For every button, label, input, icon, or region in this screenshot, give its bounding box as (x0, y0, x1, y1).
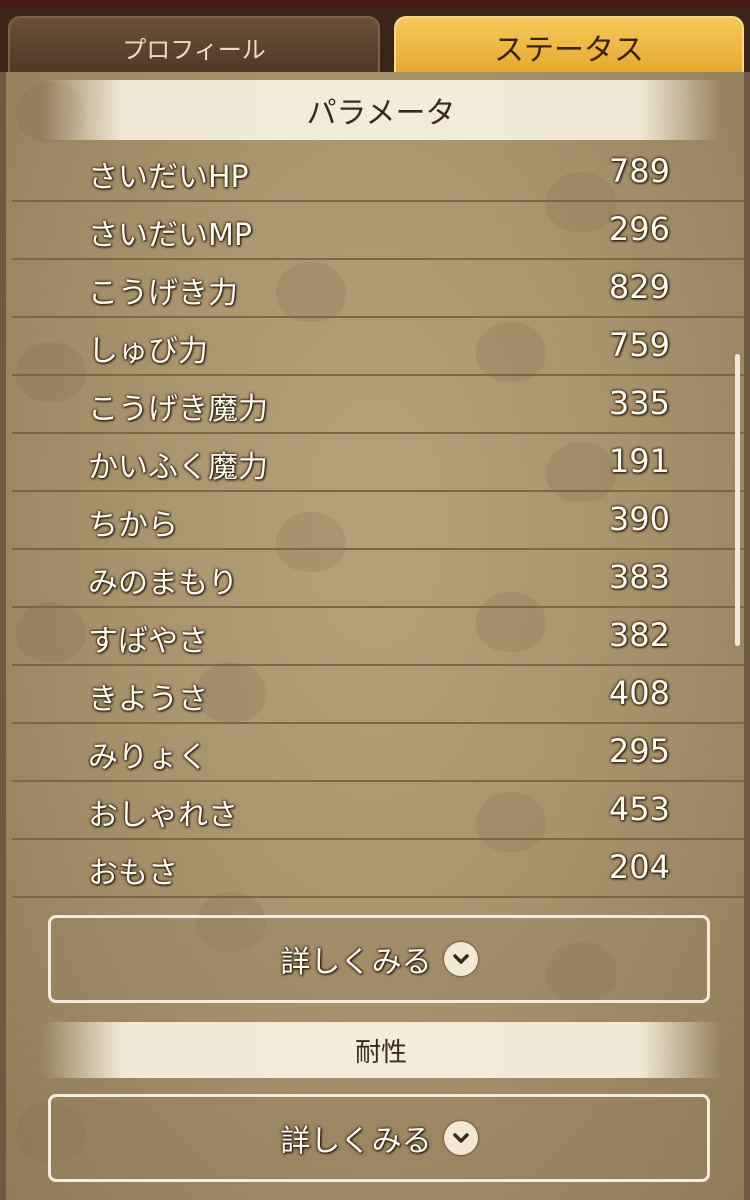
chevron-down-icon (443, 942, 478, 976)
stat-value: 296 (608, 210, 670, 248)
parameters-header: パラメータ (42, 80, 720, 140)
parameters-detail-button-label: 詳しくみる (280, 945, 432, 980)
stat-value: 408 (608, 674, 670, 712)
stat-value: 453 (608, 790, 670, 828)
stat-label: こうげき力 (88, 276, 238, 311)
stat-value: 383 (608, 558, 670, 596)
stat-label: こうげき魔力 (88, 392, 268, 427)
stat-label: おしゃれさ (88, 798, 238, 833)
stat-label: かいふく魔力 (88, 450, 268, 485)
stat-row-weight: おもさ 204 (12, 840, 744, 898)
stat-value: 204 (608, 848, 670, 886)
stat-value: 295 (608, 732, 670, 770)
tab-status-label: ステータス (494, 33, 644, 68)
stat-label: さいだいHP (88, 160, 249, 195)
resistance-detail-button-label: 詳しくみる (280, 1124, 432, 1159)
stat-label: ちから (88, 508, 178, 543)
stat-label: しゅび力 (88, 334, 208, 369)
stat-value: 335 (608, 384, 670, 422)
stat-label: きようさ (88, 682, 208, 717)
resistance-header: 耐性 (42, 1022, 720, 1078)
stat-row-strength: ちから 390 (12, 492, 744, 550)
stat-row-max-hp: さいだいHP 789 (12, 144, 744, 202)
stat-row-attack: こうげき力 829 (12, 260, 744, 318)
stat-value: 191 (608, 442, 670, 480)
stat-value: 382 (608, 616, 670, 654)
stat-row-resilience: みのまもり 383 (12, 550, 744, 608)
stat-label: さいだいMP (88, 218, 252, 253)
resistance-header-title: 耐性 (354, 1037, 407, 1068)
stat-row-dexterity: きようさ 408 (12, 666, 744, 724)
parameters-detail-button[interactable]: 詳しくみる (48, 915, 710, 1003)
stat-row-style: おしゃれさ 453 (12, 782, 744, 840)
stat-label: みりょく (88, 740, 208, 775)
stat-value: 759 (608, 326, 670, 364)
stat-value: 829 (608, 268, 670, 306)
stat-row-heal-magic: かいふく魔力 191 (12, 434, 744, 492)
stat-row-agility: すばやさ 382 (12, 608, 744, 666)
stat-row-defense: しゅび力 759 (12, 318, 744, 376)
stat-label: すばやさ (88, 624, 208, 659)
tab-status[interactable]: ステータス (394, 16, 744, 76)
chevron-down-icon (443, 1121, 478, 1155)
scrollbar[interactable] (735, 354, 740, 646)
stat-row-charm: みりょく 295 (12, 724, 744, 782)
parameters-header-title: パラメータ (306, 96, 456, 131)
resistance-detail-button[interactable]: 詳しくみる (48, 1094, 710, 1182)
status-panel: パラメータ さいだいHP 789 さいだいMP 296 こうげき力 829 しゅ… (0, 72, 750, 1200)
stat-label: みのまもり (88, 566, 238, 601)
tab-profile[interactable]: プロフィール (8, 16, 380, 76)
stat-value: 390 (608, 500, 670, 538)
stat-row-max-mp: さいだいMP 296 (12, 202, 744, 260)
stat-value: 789 (608, 152, 670, 190)
tab-bar: プロフィール ステータス (0, 8, 750, 76)
stat-row-attack-magic: こうげき魔力 335 (12, 376, 744, 434)
stat-label: おもさ (88, 856, 178, 891)
tab-profile-label: プロフィール (122, 35, 266, 64)
